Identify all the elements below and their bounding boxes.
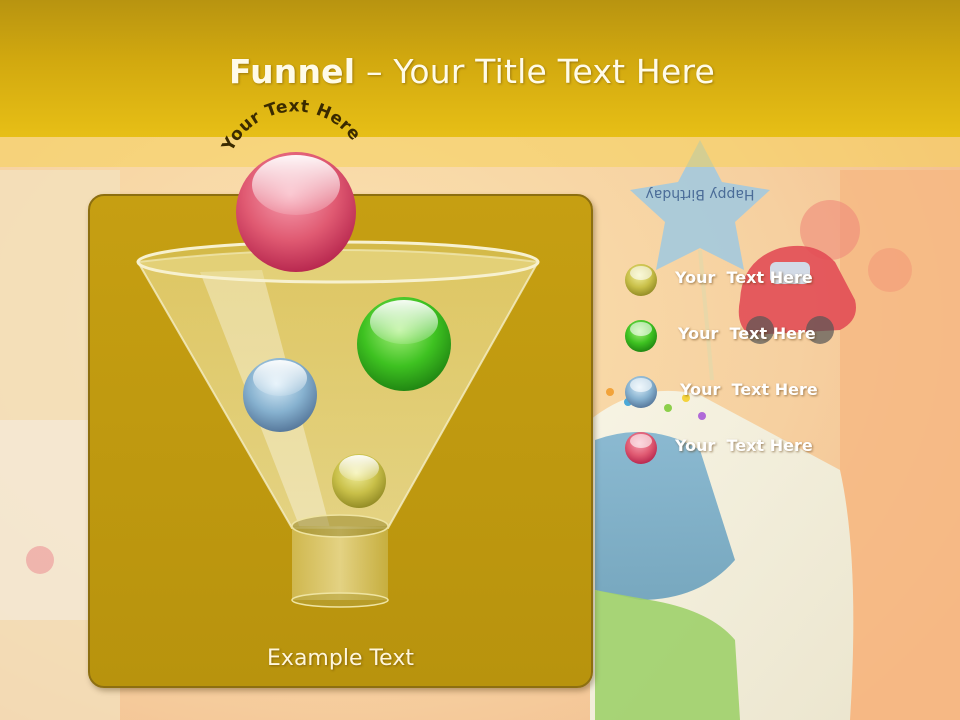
legend-label: Your Text Here — [675, 268, 813, 287]
red-ball-icon — [236, 152, 356, 272]
legend-label: Your Text Here — [680, 380, 818, 399]
arc-label: Your Text Here — [218, 96, 365, 155]
blue-ball-icon — [625, 376, 657, 408]
legend-item: Your Text Here — [0, 317, 960, 353]
funnel-tube-top — [291, 514, 389, 538]
olive-ball-icon — [625, 264, 657, 296]
legend-label: Your Text Here — [678, 324, 816, 343]
legend-label: Your Text Here — [675, 436, 813, 455]
legend-item: Your Text Here — [0, 373, 960, 409]
legend-item: Your Text Here — [0, 429, 960, 465]
legend-item: Your Text Here — [0, 261, 960, 297]
red-ball-icon — [625, 432, 657, 464]
funnel-tube-bottom — [291, 592, 389, 608]
example-text: Example Text — [267, 646, 414, 671]
green-ball-icon — [625, 320, 657, 352]
funnel-graphic: Your Text Here — [136, 96, 540, 608]
